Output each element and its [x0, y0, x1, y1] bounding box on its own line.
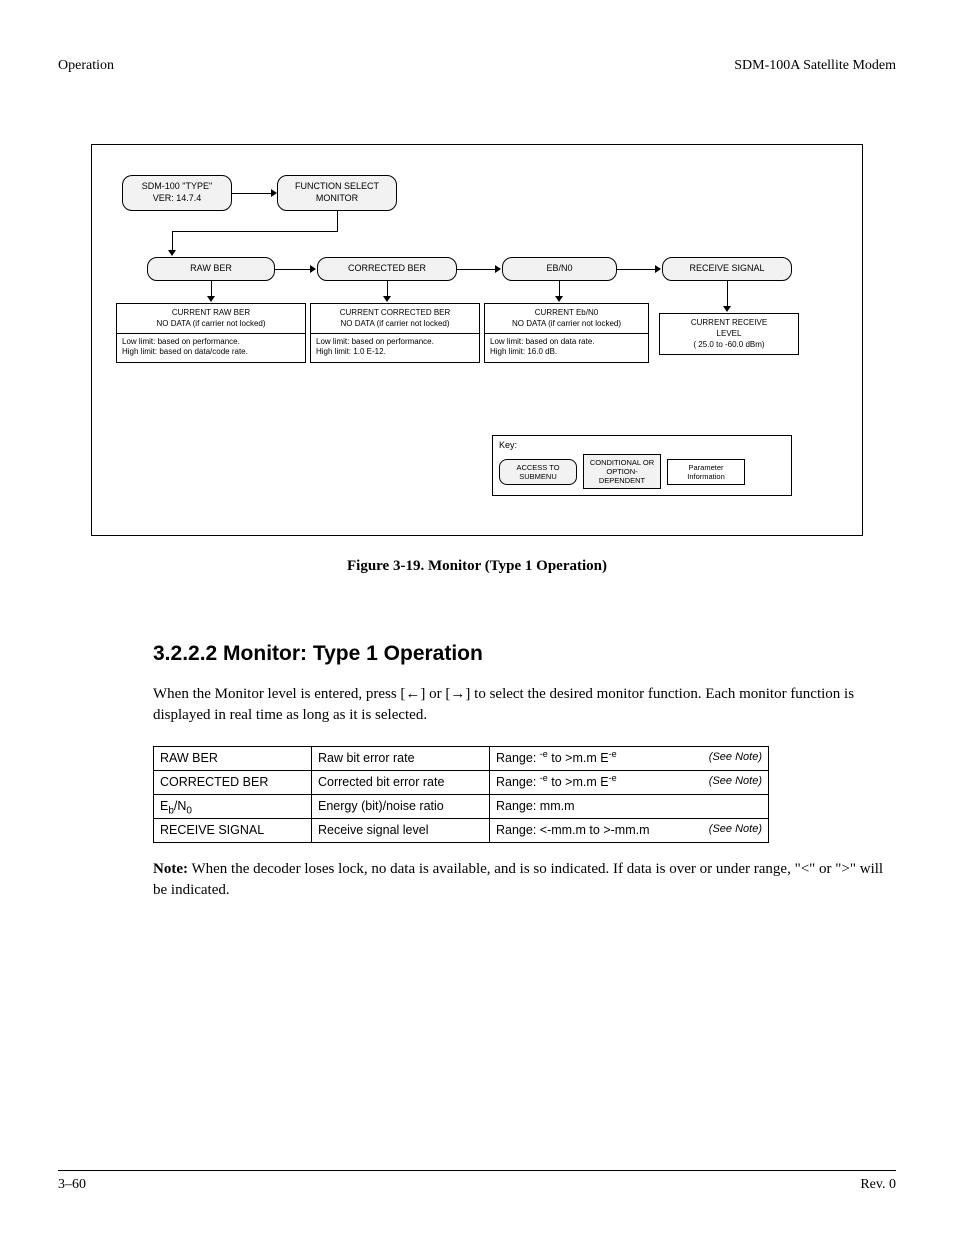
page-number: 3–60 — [58, 1177, 86, 1193]
box-corrected-ber: CORRECTED BER — [317, 257, 457, 281]
arrow — [559, 281, 560, 297]
figure-caption: Figure 3-19. Monitor (Type 1 Operation) — [58, 558, 896, 575]
legend-title: Key: — [499, 440, 785, 450]
info-raw-ber: CURRENT RAW BER NO DATA (if carrier not … — [116, 303, 306, 363]
table-cell: Range: -e to >m.m E-e(See Note) — [490, 771, 769, 795]
arrow — [232, 193, 272, 194]
note-text: When the decoder loses lock, no data is … — [153, 861, 883, 898]
arrow — [275, 269, 311, 270]
box-ebn0: EB/N0 — [502, 257, 617, 281]
note-paragraph: Note: When the decoder loses lock, no da… — [153, 859, 896, 901]
table-row: RECEIVE SIGNALReceive signal levelRange:… — [154, 819, 769, 843]
monitor-table: RAW BERRaw bit error rateRange: -e to >m… — [153, 746, 769, 843]
diagram-figure: SDM-100 "TYPE" VER: 14.7.4 FUNCTION SELE… — [91, 144, 863, 536]
box-raw-ber: RAW BER — [147, 257, 275, 281]
section-heading: 3.2.2.2 Monitor: Type 1 Operation — [153, 639, 896, 668]
arrow — [172, 231, 338, 232]
box-receive-signal: RECEIVE SIGNAL — [662, 257, 792, 281]
arrow-head-icon — [168, 250, 176, 256]
arrow — [617, 269, 656, 270]
box-sdm-type: SDM-100 "TYPE" VER: 14.7.4 — [122, 175, 232, 211]
table-cell: Range: mm.m — [490, 795, 769, 819]
arrow — [211, 281, 212, 297]
info-ebn0: CURRENT Eb/N0 NO DATA (if carrier not lo… — [484, 303, 649, 363]
legend-key: Key: ACCESS TO SUBMENU CONDITIONAL OR OP… — [492, 435, 792, 496]
arrow-head-icon — [655, 265, 661, 273]
table-row: Eb/N0Energy (bit)/noise ratioRange: mm.m — [154, 795, 769, 819]
arrow-head-icon — [495, 265, 501, 273]
table-cell: Energy (bit)/noise ratio — [312, 795, 490, 819]
table-cell: Raw bit error rate — [312, 747, 490, 771]
table-cell: Corrected bit error rate — [312, 771, 490, 795]
table-cell: CORRECTED BER — [154, 771, 312, 795]
box-function-select: FUNCTION SELECT MONITOR — [277, 175, 397, 211]
table-cell: Range: <-mm.m to >-mm.m(See Note) — [490, 819, 769, 843]
table-cell: Range: -e to >m.m E-e(See Note) — [490, 747, 769, 771]
table-cell: Eb/N0 — [154, 795, 312, 819]
legend-access-submenu: ACCESS TO SUBMENU — [499, 459, 577, 485]
note-lead: Note: — [153, 861, 188, 877]
table-cell: RAW BER — [154, 747, 312, 771]
header-right: SDM-100A Satellite Modem — [734, 58, 896, 74]
arrow-head-icon — [383, 296, 391, 302]
info-receive: CURRENT RECEIVE LEVEL ( 25.0 to -60.0 dB… — [659, 313, 799, 355]
legend-conditional: CONDITIONAL OR OPTION-DEPENDENT — [583, 454, 661, 489]
footer: 3–60 Rev. 0 — [58, 1170, 896, 1193]
arrow — [387, 281, 388, 297]
table-row: CORRECTED BERCorrected bit error rateRan… — [154, 771, 769, 795]
table-cell: RECEIVE SIGNAL — [154, 819, 312, 843]
arrow — [337, 211, 338, 231]
arrow-head-icon — [207, 296, 215, 302]
arrow — [457, 269, 496, 270]
header-left: Operation — [58, 58, 114, 74]
arrow-head-icon — [555, 296, 563, 302]
running-header: Operation SDM-100A Satellite Modem — [58, 58, 896, 74]
paragraph: When the Monitor level is entered, press… — [153, 684, 896, 726]
info-corrected-ber: CURRENT CORRECTED BER NO DATA (if carrie… — [310, 303, 480, 363]
legend-parameter-info: Parameter Information — [667, 459, 745, 485]
arrow-head-icon — [271, 189, 277, 197]
arrow-head-icon — [310, 265, 316, 273]
arrow — [172, 231, 173, 251]
revision: Rev. 0 — [860, 1177, 896, 1193]
arrow — [727, 281, 728, 307]
table-row: RAW BERRaw bit error rateRange: -e to >m… — [154, 747, 769, 771]
arrow-head-icon — [723, 306, 731, 312]
table-cell: Receive signal level — [312, 819, 490, 843]
